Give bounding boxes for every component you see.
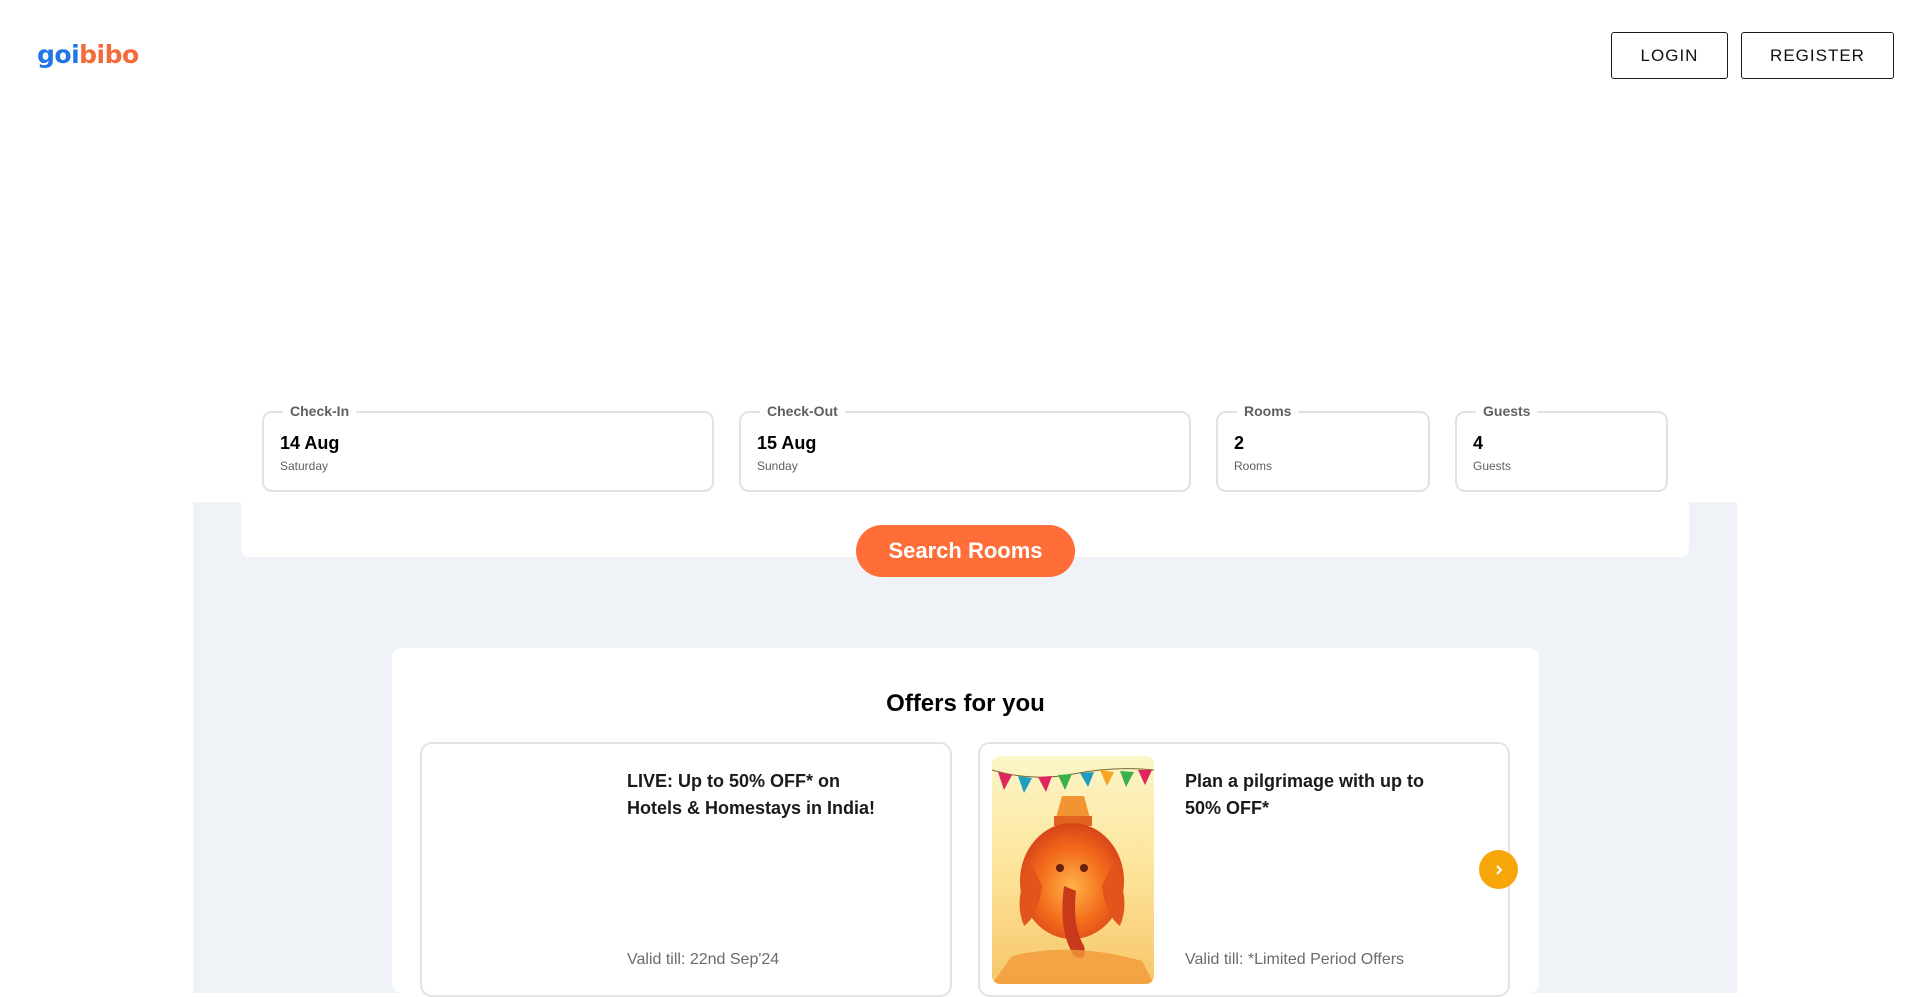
guests-unit: Guests <box>1473 459 1512 473</box>
offer-card[interactable]: Plan a pilgrimage with up to 50% OFF* Va… <box>978 742 1510 997</box>
logo-part-bibo: bibo <box>79 40 139 69</box>
logo-part-goi: goi <box>37 40 80 69</box>
guests-count: 4 <box>1473 433 1484 453</box>
guests-field[interactable]: Guests 4 Guests <box>1455 403 1668 492</box>
checkout-label: Check-Out <box>760 403 845 419</box>
checkin-day: Saturday <box>280 459 329 473</box>
guests-label: Guests <box>1476 403 1538 419</box>
pilgrimage-image <box>992 756 1154 984</box>
chevron-right-icon[interactable] <box>1479 850 1518 889</box>
checkout-date: 15 Aug <box>757 433 817 453</box>
offer-title: LIVE: Up to 50% OFF* on Hotels & Homesta… <box>627 771 876 818</box>
checkin-field[interactable]: Check-In 14 Aug Saturday <box>262 403 714 492</box>
checkout-field[interactable]: Check-Out 15 Aug Sunday <box>739 403 1191 492</box>
offer-validity: Valid till: *Limited Period Offers <box>1185 951 1405 968</box>
offer-validity: Valid till: 22nd Sep'24 <box>627 951 780 968</box>
search-rooms-button[interactable]: Search Rooms <box>856 525 1075 577</box>
rooms-unit: Rooms <box>1234 459 1273 473</box>
login-button[interactable]: LOGIN <box>1611 32 1728 79</box>
offers-title: Offers for you <box>886 690 1045 717</box>
checkout-day: Sunday <box>757 459 798 473</box>
offer-card[interactable]: LIVE: Up to 50% OFF* on Hotels & Homesta… <box>420 742 952 997</box>
goibibo-logo[interactable]: goibibo <box>37 40 139 69</box>
header: goibibo LOGIN REGISTER <box>0 0 1920 110</box>
checkin-label: Check-In <box>283 403 357 419</box>
rooms-field[interactable]: Rooms 2 Rooms <box>1216 403 1430 492</box>
checkin-date: 14 Aug <box>280 433 340 453</box>
rooms-label: Rooms <box>1237 403 1299 419</box>
offer-image <box>434 756 596 984</box>
register-button[interactable]: REGISTER <box>1741 32 1894 79</box>
rooms-count: 2 <box>1234 433 1245 453</box>
offer-title: Plan a pilgrimage with up to 50% OFF* <box>1185 771 1425 818</box>
